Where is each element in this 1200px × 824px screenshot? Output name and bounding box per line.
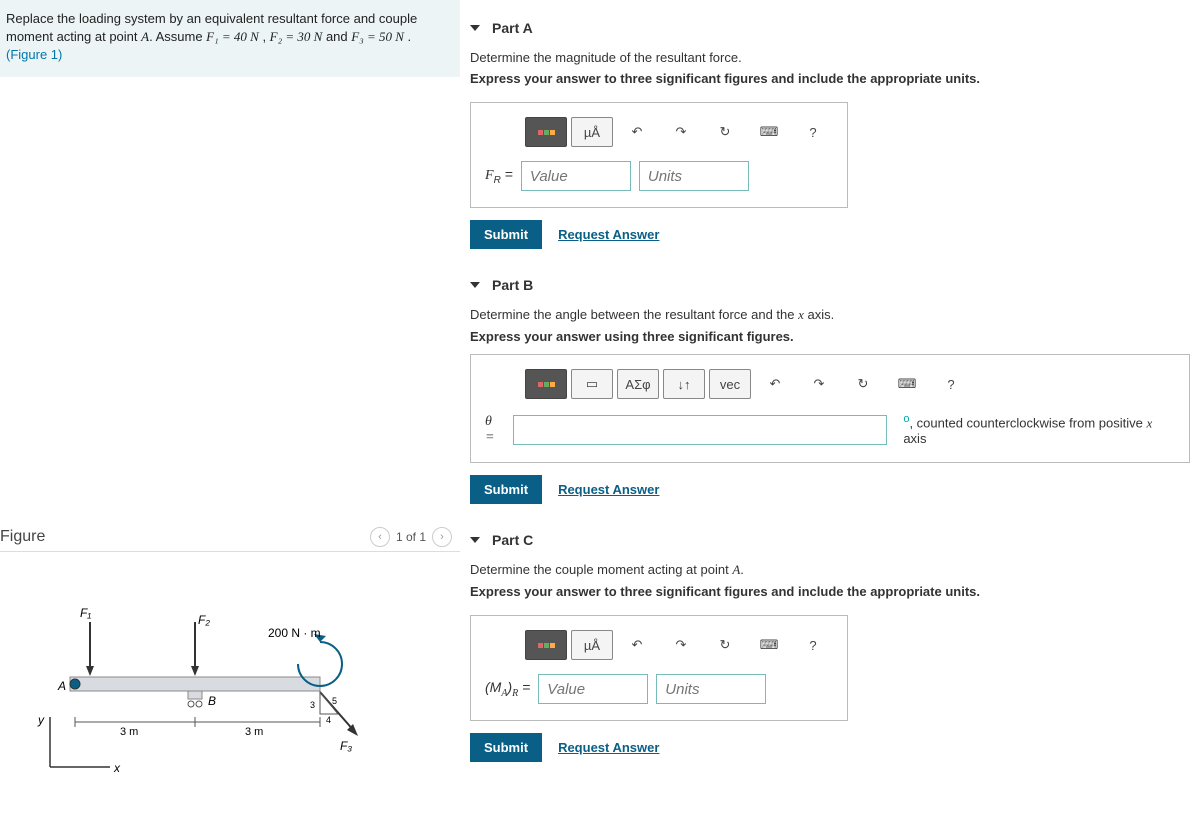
pager-text: 1 of 1 xyxy=(396,530,426,544)
part-a-toolbar: µÅ ↶ ↷ ↻ ⌨ ? xyxy=(525,117,833,147)
greek-button[interactable]: ΑΣφ xyxy=(617,369,659,399)
theta-label: θ = xyxy=(485,414,505,446)
svg-text:A: A xyxy=(57,679,66,693)
svg-text:B: B xyxy=(208,694,216,708)
figure-title: Figure xyxy=(0,528,370,546)
theta-input[interactable] xyxy=(513,415,888,445)
vec-button[interactable]: vec xyxy=(709,369,751,399)
sort-button[interactable]: ↓↑ xyxy=(663,369,705,399)
part-b-panel: ▭ ΑΣφ ↓↑ vec ↶ ↷ ↻ ⌨ ? θ = o, counted co… xyxy=(470,354,1190,463)
svg-text:3 m: 3 m xyxy=(120,726,138,738)
figure-pager: ‹ 1 of 1 › xyxy=(370,527,452,547)
part-c-toolbar: µÅ ↶ ↷ ↻ ⌨ ? xyxy=(525,630,833,660)
units-input[interactable] xyxy=(639,161,749,191)
point-a: A xyxy=(141,29,149,44)
value-input[interactable] xyxy=(521,161,631,191)
problem-statement: Replace the loading system by an equival… xyxy=(0,0,460,77)
part-c: Part C Determine the couple moment actin… xyxy=(470,532,1190,762)
help-button[interactable]: ? xyxy=(931,370,971,398)
problem-text: . Assume xyxy=(149,29,206,44)
part-b-toolbar: ▭ ΑΣφ ↓↑ vec ↶ ↷ ↻ ⌨ ? xyxy=(525,369,1175,399)
part-a-prompt: Determine the magnitude of the resultant… xyxy=(470,50,1190,65)
undo-button[interactable]: ↶ xyxy=(617,118,657,146)
part-a-title: Part A xyxy=(492,20,533,36)
svg-text:4: 4 xyxy=(326,715,331,725)
fraction-button[interactable]: ▭ xyxy=(571,369,613,399)
svg-text:3: 3 xyxy=(310,700,315,710)
f3-value: F₃ = 50 N xyxy=(351,29,404,44)
reset-button[interactable]: ↻ xyxy=(705,118,745,146)
svg-text:3 m: 3 m xyxy=(245,726,263,738)
units-button[interactable]: µÅ xyxy=(571,117,613,147)
part-a-header[interactable]: Part A xyxy=(470,20,1190,36)
part-c-panel: µÅ ↶ ↷ ↻ ⌨ ? (MA)R = xyxy=(470,615,848,721)
undo-button[interactable]: ↶ xyxy=(617,631,657,659)
part-c-title: Part C xyxy=(492,532,533,548)
part-a-panel: µÅ ↶ ↷ ↻ ⌨ ? FR = xyxy=(470,102,848,208)
undo-button[interactable]: ↶ xyxy=(755,370,795,398)
submit-button[interactable]: Submit xyxy=(470,220,542,249)
template-icon[interactable] xyxy=(525,630,567,660)
keyboard-button[interactable]: ⌨ xyxy=(749,631,789,659)
svg-text:5: 5 xyxy=(332,696,337,706)
figure-link[interactable]: (Figure 1) xyxy=(6,47,62,62)
f1-value: F₁ = 40 N xyxy=(206,29,259,44)
collapse-caret-icon xyxy=(470,282,480,288)
template-icon[interactable] xyxy=(525,117,567,147)
part-b-format: Express your answer using three signific… xyxy=(470,329,1190,344)
redo-button[interactable]: ↷ xyxy=(661,631,701,659)
theta-suffix: o, counted counterclockwise from positiv… xyxy=(903,413,1175,446)
part-b: Part B Determine the angle between the r… xyxy=(470,277,1190,504)
svg-text:x: x xyxy=(113,761,121,775)
fr-label: FR = xyxy=(485,166,513,186)
part-b-header[interactable]: Part B xyxy=(470,277,1190,293)
svg-text:F₃: F₃ xyxy=(340,739,352,753)
part-b-title: Part B xyxy=(492,277,533,293)
part-c-prompt: Determine the couple moment acting at po… xyxy=(470,562,1190,578)
svg-text:y: y xyxy=(37,713,45,727)
units-input[interactable] xyxy=(656,674,766,704)
part-c-format: Express your answer to three significant… xyxy=(470,584,1190,599)
help-button[interactable]: ? xyxy=(793,631,833,659)
redo-button[interactable]: ↷ xyxy=(661,118,701,146)
units-button[interactable]: µÅ xyxy=(571,630,613,660)
part-c-header[interactable]: Part C xyxy=(470,532,1190,548)
submit-button[interactable]: Submit xyxy=(470,733,542,762)
part-b-prompt: Determine the angle between the resultan… xyxy=(470,307,1190,323)
request-answer-link[interactable]: Request Answer xyxy=(558,227,659,242)
part-a-format: Express your answer to three significant… xyxy=(470,71,1190,86)
keyboard-button[interactable]: ⌨ xyxy=(749,118,789,146)
help-button[interactable]: ? xyxy=(793,118,833,146)
ma-label: (MA)R = xyxy=(485,679,530,699)
svg-text:200 N · m: 200 N · m xyxy=(268,626,321,640)
prev-figure-button[interactable]: ‹ xyxy=(370,527,390,547)
redo-button[interactable]: ↷ xyxy=(799,370,839,398)
part-a: Part A Determine the magnitude of the re… xyxy=(470,20,1190,249)
f2-value: F₂ = 30 N xyxy=(270,29,323,44)
reset-button[interactable]: ↻ xyxy=(705,631,745,659)
collapse-caret-icon xyxy=(470,25,480,31)
next-figure-button[interactable]: › xyxy=(432,527,452,547)
value-input[interactable] xyxy=(538,674,648,704)
svg-text:F₁: F₁ xyxy=(80,606,91,620)
keyboard-button[interactable]: ⌨ xyxy=(887,370,927,398)
template-icon[interactable] xyxy=(525,369,567,399)
request-answer-link[interactable]: Request Answer xyxy=(558,482,659,497)
submit-button[interactable]: Submit xyxy=(470,475,542,504)
reset-button[interactable]: ↻ xyxy=(843,370,883,398)
collapse-caret-icon xyxy=(470,537,480,543)
figure-diagram: y x A B F₁ F₂ xyxy=(0,552,460,815)
svg-text:F₂: F₂ xyxy=(198,613,210,627)
request-answer-link[interactable]: Request Answer xyxy=(558,740,659,755)
